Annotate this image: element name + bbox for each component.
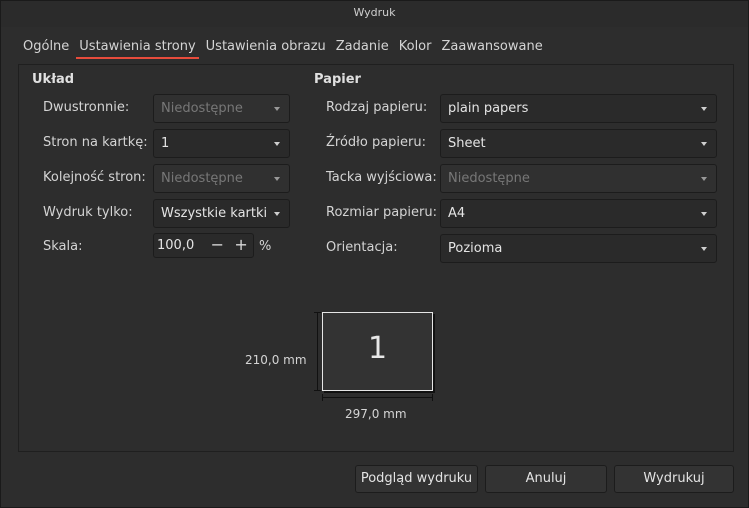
scale-label: Skala: [43,239,83,254]
tab-general[interactable]: Ogólne [18,36,74,60]
output-tray-label: Tacka wyjściowa: [326,170,437,185]
output-tray-value: Niedostępne [448,171,530,186]
preview-width-dimension [322,394,433,401]
output-tray-combo: Niedostępne [440,164,717,193]
tab-image-settings[interactable]: Ustawienia obrazu [201,36,331,60]
duplex-label: Dwustronnie: [43,100,130,115]
duplex-combo: Niedostępne [153,94,290,123]
paper-type-label: Rodzaj papieru: [326,100,428,115]
paper-size-combo[interactable]: A4 [440,199,717,228]
page-preview: 1 [322,312,433,391]
page-order-combo: Niedostępne [153,164,290,193]
preview-width-label: 297,0 mm [345,407,407,421]
chevron-down-icon [701,212,707,216]
scale-unit: % [259,239,272,254]
preview-height-dimension [314,312,321,391]
chevron-down-icon [274,107,280,111]
paper-source-label: Źródło papieru: [326,135,426,150]
scale-increase-button[interactable]: + [229,234,253,257]
print-button[interactable]: Wydrukuj [614,465,734,493]
window-title: Wydruk [353,6,396,19]
print-only-label: Wydruk tylko: [43,205,133,220]
layout-section-title: Układ [32,72,75,87]
tab-advanced[interactable]: Zaawansowane [436,36,547,60]
paper-size-value: A4 [448,206,466,221]
orientation-label: Orientacja: [326,240,398,255]
scale-spinbox[interactable]: 100,0 − + [153,233,254,258]
page-order-label: Kolejność stron: [43,170,146,185]
chevron-down-icon [701,177,707,181]
preview-page-number: 1 [367,331,388,366]
chevron-down-icon [701,107,707,111]
paper-type-value: plain papers [448,101,529,116]
scale-value[interactable]: 100,0 [154,238,206,253]
tab-job[interactable]: Zadanie [331,36,394,60]
print-preview-button[interactable]: Podgląd wydruku [355,465,478,493]
pages-per-sheet-value: 1 [161,136,170,151]
tab-color[interactable]: Kolor [394,36,437,60]
pages-per-sheet-combo[interactable]: 1 [153,129,290,158]
titlebar: Wydruk [1,1,748,27]
pages-per-sheet-label: Stron na kartkę: [43,135,148,150]
chevron-down-icon [701,142,707,146]
preview-height-label: 210,0 mm [245,353,307,367]
paper-section-title: Papier [314,72,361,87]
chevron-down-icon [274,177,280,181]
paper-source-combo[interactable]: Sheet [440,129,717,158]
scale-decrease-button[interactable]: − [206,234,230,257]
tab-bar: Ogólne Ustawienia strony Ustawienia obra… [18,36,548,60]
chevron-down-icon [701,247,707,251]
chevron-down-icon [274,142,280,146]
print-only-combo[interactable]: Wszystkie kartki [153,199,290,228]
cancel-button[interactable]: Anuluj [485,465,607,493]
paper-source-value: Sheet [448,136,486,151]
orientation-combo[interactable]: Pozioma [440,234,717,263]
duplex-value: Niedostępne [161,101,243,116]
paper-size-label: Rozmiar papieru: [326,205,437,220]
tab-page-setup[interactable]: Ustawienia strony [74,36,200,60]
chevron-down-icon [274,212,280,216]
orientation-value: Pozioma [448,241,503,256]
page-order-value: Niedostępne [161,171,243,186]
paper-type-combo[interactable]: plain papers [440,94,717,123]
print-dialog: Wydruk Ogólne Ustawienia strony Ustawien… [0,0,749,508]
print-only-value: Wszystkie kartki [161,206,268,221]
